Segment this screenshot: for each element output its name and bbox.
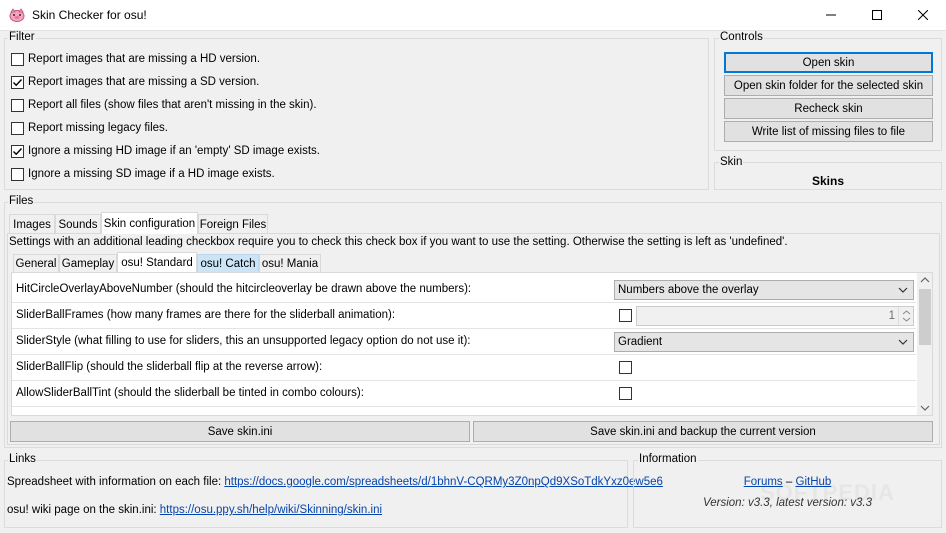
stepper-arrows-icon [902, 310, 911, 322]
filter-option-label: Report all files (show files that aren't… [28, 99, 317, 111]
setting-label: SliderStyle (what filling to use for sli… [16, 335, 471, 347]
scroll-up-icon[interactable] [920, 276, 930, 284]
separator-dash: – [785, 476, 793, 488]
controls-group-label: Controls [719, 31, 764, 43]
scrollbar-thumb[interactable] [919, 289, 931, 345]
filter-option-ignore-sd[interactable]: Ignore a missing SD image if a HD image … [11, 165, 275, 183]
recheck-skin-button[interactable]: Recheck skin [724, 98, 933, 119]
wiki-link[interactable]: https://osu.ppy.sh/help/wiki/Skinning/sk… [160, 504, 382, 516]
subtab-strip: General Gameplay osu! Standard osu! Catc… [13, 252, 933, 274]
tab-images[interactable]: Images [9, 214, 55, 234]
setting-row-sliderball-flip: SliderBallFlip (should the sliderball fl… [12, 355, 916, 381]
checkbox-checked[interactable] [11, 75, 24, 89]
wiki-label: osu! wiki page on the skin.ini: [7, 504, 160, 516]
save-and-backup-button[interactable]: Save skin.ini and backup the current ver… [473, 421, 933, 442]
files-group-label: Files [8, 195, 35, 207]
settings-scrollbar[interactable] [917, 273, 932, 415]
checkbox[interactable] [11, 98, 24, 112]
filter-option-ignore-hd[interactable]: Ignore a missing HD image if an 'empty' … [11, 142, 320, 160]
setting-label: AllowSliderBallTint (should the sliderba… [16, 387, 364, 399]
checkbox[interactable] [11, 52, 24, 66]
checkbox[interactable] [11, 167, 24, 181]
checkbox-checked[interactable] [11, 144, 24, 158]
wiki-line: osu! wiki page on the skin.ini: https://… [7, 504, 382, 516]
window-title: Skin Checker for osu! [32, 8, 147, 22]
title-bar: Skin Checker for osu! [0, 0, 946, 31]
information-links: Forums – GitHub [633, 476, 942, 488]
sliderball-flip-checkbox[interactable] [619, 361, 632, 374]
links-group-label: Links [8, 453, 37, 465]
subtab-gameplay[interactable]: Gameplay [59, 254, 117, 272]
filter-option-label: Report missing legacy files. [28, 122, 168, 134]
tab-sounds[interactable]: Sounds [55, 214, 101, 234]
filter-group-label: Filter [8, 31, 36, 43]
setting-row-allow-sliderball-tint: AllowSliderBallTint (should the sliderba… [12, 381, 916, 407]
filter-option-label: Ignore a missing SD image if a HD image … [28, 168, 275, 180]
checkbox[interactable] [11, 121, 24, 135]
slider-style-select[interactable]: Gradient [614, 332, 914, 352]
write-missing-list-button[interactable]: Write list of missing files to file [724, 121, 933, 142]
allow-sliderball-tint-checkbox[interactable] [619, 387, 632, 400]
select-value: Numbers above the overlay [618, 284, 759, 296]
filter-option-report-all[interactable]: Report all files (show files that aren't… [11, 96, 317, 114]
skin-group-label: Skin [719, 156, 744, 168]
subtab-osu-mania[interactable]: osu! Mania [259, 254, 321, 272]
chevron-down-icon [898, 339, 908, 345]
select-value: Gradient [618, 336, 663, 348]
chevron-down-icon [898, 287, 908, 293]
filter-option-label: Ignore a missing HD image if an 'empty' … [28, 145, 321, 157]
hitcircle-overlay-select[interactable]: Numbers above the overlay [614, 280, 914, 300]
subtab-general[interactable]: General [13, 254, 59, 272]
setting-label: SliderBallFlip (should the sliderball fl… [16, 361, 323, 373]
filter-option-sd-missing[interactable]: Report images that are missing a SD vers… [11, 73, 259, 91]
sliderball-frames-stepper[interactable]: 1 [636, 306, 914, 326]
osu-pig-icon [9, 8, 25, 22]
stepper-value: 1 [888, 310, 895, 322]
setting-row-slider-style: SliderStyle (what filling to use for sli… [12, 329, 916, 355]
subtab-osu-catch[interactable]: osu! Catch [197, 254, 259, 272]
sliderball-frames-enable-checkbox[interactable] [619, 309, 632, 322]
spreadsheet-line: Spreadsheet with information on each fil… [7, 476, 663, 488]
open-skin-button[interactable]: Open skin [724, 52, 933, 73]
version-text: Version: v3.3, latest version: v3.3 [703, 497, 872, 509]
open-skin-folder-button[interactable]: Open skin folder for the selected skin [724, 75, 933, 96]
settings-panel: HitCircleOverlayAboveNumber (should the … [11, 272, 933, 416]
maximize-button[interactable] [854, 0, 900, 30]
filter-option-label: Report images that are missing a HD vers… [28, 53, 261, 65]
stepper-buttons[interactable] [898, 307, 913, 325]
filter-option-label: Report images that are missing a SD vers… [28, 76, 260, 88]
subtab-osu-standard[interactable]: osu! Standard [117, 252, 197, 272]
close-button[interactable] [900, 0, 946, 30]
skin-config-info: Settings with an additional leading chec… [9, 236, 788, 248]
tab-skin-configuration[interactable]: Skin configuration [101, 212, 198, 234]
setting-label: HitCircleOverlayAboveNumber (should the … [16, 283, 472, 295]
spreadsheet-label: Spreadsheet with information on each fil… [7, 476, 225, 488]
setting-label: SliderBallFrames (how many frames are th… [16, 309, 396, 321]
scroll-down-icon[interactable] [920, 404, 930, 412]
save-skin-ini-button[interactable]: Save skin.ini [10, 421, 470, 442]
spreadsheet-link[interactable]: https://docs.google.com/spreadsheets/d/1… [224, 476, 663, 488]
filter-option-hd-missing[interactable]: Report images that are missing a HD vers… [11, 50, 260, 68]
forums-link[interactable]: Forums [744, 476, 783, 488]
links-group [4, 460, 628, 528]
skin-name: Skins [811, 174, 844, 188]
setting-row-sliderball-frames: SliderBallFrames (how many frames are th… [12, 303, 916, 329]
information-group-label: Information [638, 453, 698, 465]
minimize-button[interactable] [808, 0, 854, 30]
settings-list: HitCircleOverlayAboveNumber (should the … [12, 277, 916, 415]
setting-row-hitcircle-overlay: HitCircleOverlayAboveNumber (should the … [12, 277, 916, 303]
tab-foreign-files[interactable]: Foreign Files [198, 214, 268, 234]
filter-option-legacy[interactable]: Report missing legacy files. [11, 119, 168, 137]
github-link[interactable]: GitHub [796, 476, 832, 488]
